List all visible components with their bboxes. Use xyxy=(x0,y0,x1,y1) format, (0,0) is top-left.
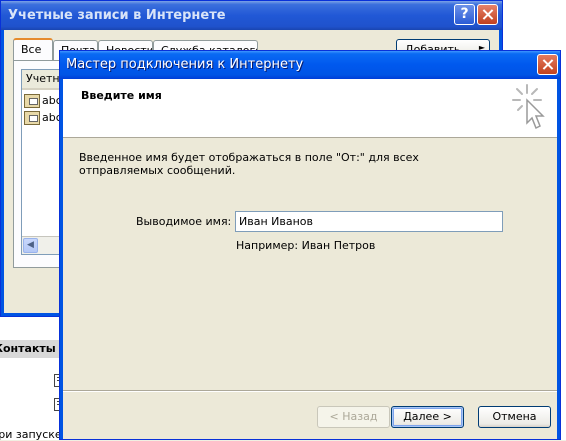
help-button[interactable]: ? xyxy=(454,4,475,25)
list-item[interactable]: abc xyxy=(24,110,62,126)
display-name-label: Выводимое имя: xyxy=(136,215,232,228)
close-icon[interactable] xyxy=(537,54,558,75)
contacts-header: Контакты xyxy=(0,340,62,358)
step-title: Введите имя xyxy=(81,89,162,102)
mail-account-icon xyxy=(24,111,40,125)
wizard-title: Мастер подключения к Интернету xyxy=(60,51,560,79)
back-button[interactable]: < Назад xyxy=(317,406,390,428)
example-text: Например: Иван Петров xyxy=(236,239,376,252)
tab-all[interactable]: Все xyxy=(13,38,53,62)
display-name-input[interactable]: Иван Иванов xyxy=(235,211,503,232)
cancel-button[interactable]: Отмена xyxy=(478,406,551,428)
startup-text: При запуске xyxy=(0,428,62,441)
close-icon[interactable] xyxy=(477,4,498,25)
scroll-left-icon[interactable]: ◀ xyxy=(23,238,38,253)
window-title: Учетные записи в Интернете xyxy=(1,1,502,30)
next-button[interactable]: Далее > xyxy=(391,406,464,428)
horizontal-scrollbar[interactable]: ◀ xyxy=(22,236,62,254)
list-item[interactable]: abc xyxy=(24,93,62,109)
wizard-header: Введите имя xyxy=(63,79,557,138)
column-header-account[interactable]: Учетная запись xyxy=(22,70,62,90)
accounts-list[interactable]: Учетная запись abc abc ◀ xyxy=(21,69,63,255)
connection-wizard-dialog: Мастер подключения к Интернету Введите и… xyxy=(59,50,561,440)
frame-right xyxy=(557,79,560,439)
mail-account-icon xyxy=(24,94,40,108)
wizard-description: Введенное имя будет отображаться в поле … xyxy=(79,151,419,177)
divider xyxy=(63,390,557,392)
wizard-sparkle-cursor-icon xyxy=(512,84,545,130)
